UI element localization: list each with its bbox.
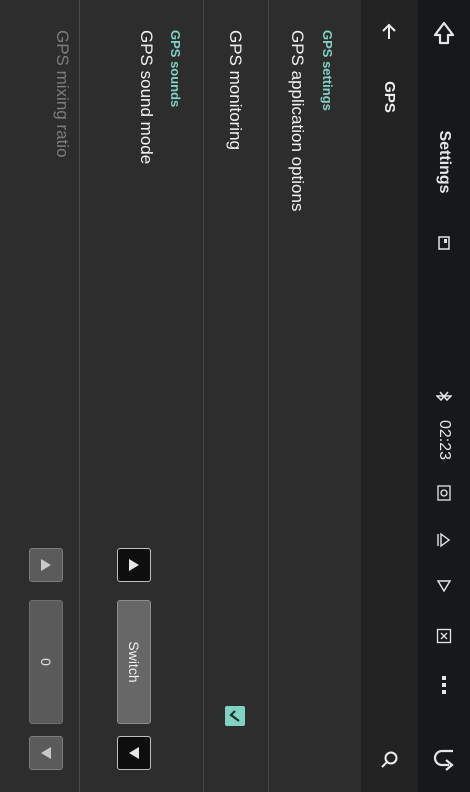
back-arrow-icon[interactable] <box>418 4 470 60</box>
play-icon[interactable] <box>418 573 470 599</box>
status-bar: Settings 02:23 <box>418 0 470 792</box>
gps-mixing-ratio: GPS mixing ratio <box>53 30 72 158</box>
mixing-ratio-value[interactable]: 0 <box>29 600 63 724</box>
section-header-gps-settings: GPS settings <box>320 30 335 111</box>
search-icon[interactable] <box>361 742 418 778</box>
undo-icon[interactable] <box>418 736 470 780</box>
clock: 02:23 <box>436 419 453 461</box>
app-bar: GPS <box>361 0 418 792</box>
divider <box>268 0 269 792</box>
arrow-back-icon[interactable] <box>361 14 418 50</box>
sound-mode-prev-button[interactable] <box>117 548 151 582</box>
bluetooth-icon <box>418 384 470 408</box>
settings-title: Settings <box>436 130 453 194</box>
page-title: GPS <box>381 81 398 113</box>
sim-card-icon <box>418 623 470 649</box>
sound-mode-value[interactable]: Switch <box>117 600 151 724</box>
section-header-gps-sounds: GPS sounds <box>168 30 183 108</box>
sound-mode-next-button[interactable] <box>117 736 151 770</box>
screen: Settings 02:23 GPS GPS settings GPS appl… <box>0 0 470 792</box>
gps-application-options[interactable]: GPS application options <box>287 30 307 211</box>
more-icon[interactable] <box>418 672 470 698</box>
radio-icon[interactable] <box>418 480 470 506</box>
gps-sound-mode: GPS sound mode <box>137 30 156 165</box>
divider <box>203 0 204 792</box>
settings-list: GPS settings GPS application options GPS… <box>0 0 361 792</box>
mixing-ratio-next-button[interactable] <box>29 736 63 770</box>
screen-icon <box>418 230 470 256</box>
divider <box>79 0 80 792</box>
mixing-ratio-prev-button[interactable] <box>29 548 63 582</box>
gps-monitoring-checkbox[interactable] <box>225 706 245 726</box>
eject-icon[interactable] <box>418 527 470 553</box>
gps-monitoring[interactable]: GPS monitoring <box>225 30 245 150</box>
